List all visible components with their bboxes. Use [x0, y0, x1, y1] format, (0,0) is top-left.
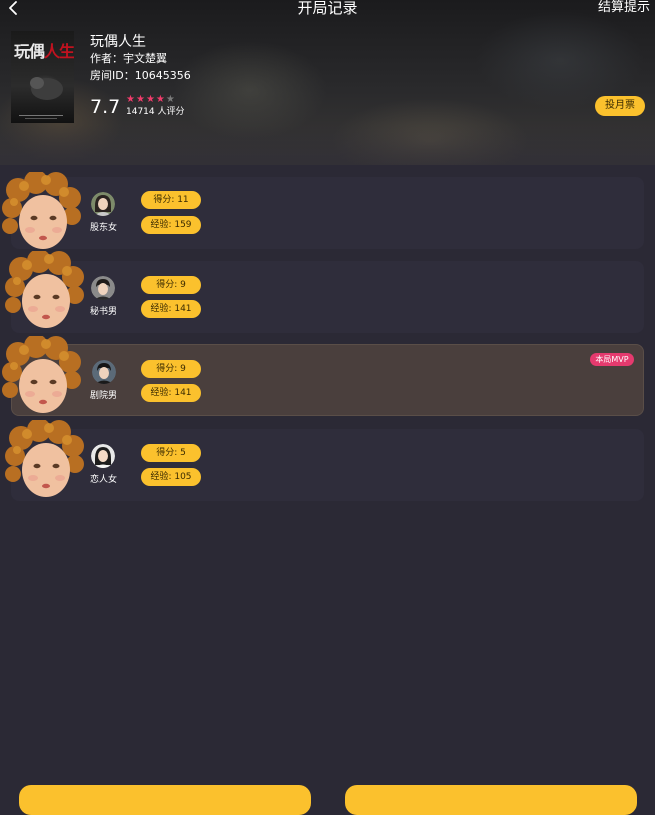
room-id: 房间ID：10645356: [90, 69, 191, 82]
experience-badge: 经验: 141: [141, 300, 201, 318]
role-portrait-icon: [91, 276, 115, 300]
experience-badge: 经验: 141: [141, 384, 201, 402]
rating-count: 14714 人评分: [126, 107, 185, 117]
book-author: 作者：宇文楚翼: [90, 52, 167, 65]
book-title: 玩偶人生: [90, 34, 146, 50]
role-name: 秘书男: [90, 307, 118, 317]
book-cover[interactable]: 玩偶人生: [11, 31, 74, 123]
star-icon: ★: [126, 94, 136, 105]
player-avatar[interactable]: [2, 172, 82, 256]
doll-silhouette-icon: [19, 77, 63, 119]
rating-stars: ★★★★★: [126, 94, 176, 106]
role-name: 股东女: [90, 223, 118, 233]
experience-badge: 经验: 105: [141, 468, 201, 486]
star-icon: ★: [155, 94, 166, 105]
player-avatar[interactable]: [5, 420, 85, 504]
player-avatar[interactable]: [5, 251, 85, 335]
settlement-tip-button[interactable]: 结算提示: [598, 0, 650, 16]
score-badge: 得分: 9: [141, 276, 201, 294]
star-icon: ★: [135, 94, 146, 105]
back-button[interactable]: [4, 0, 22, 16]
bottom-left-button[interactable]: [19, 785, 311, 815]
star-empty-icon: ★: [165, 94, 176, 105]
score-badge: 得分: 5: [141, 444, 201, 462]
role-name: 恋人女: [90, 475, 118, 485]
score-badge: 得分: 11: [141, 191, 201, 209]
chevron-left-icon: [9, 1, 17, 15]
monthly-vote-button[interactable]: 投月票: [595, 96, 645, 116]
experience-badge: 经验: 159: [141, 216, 201, 234]
rating-score: 7.7: [90, 96, 121, 118]
role-name: 剧院男: [90, 391, 118, 401]
score-badge: 得分: 9: [141, 360, 201, 378]
player-avatar[interactable]: [2, 336, 82, 420]
role-portrait-icon: [91, 192, 115, 216]
bottom-right-button[interactable]: [345, 785, 637, 815]
role-portrait-icon: [92, 360, 116, 384]
star-icon: ★: [145, 94, 156, 105]
mvp-badge: 本局MVP: [590, 353, 634, 366]
role-portrait-icon: [91, 444, 115, 468]
